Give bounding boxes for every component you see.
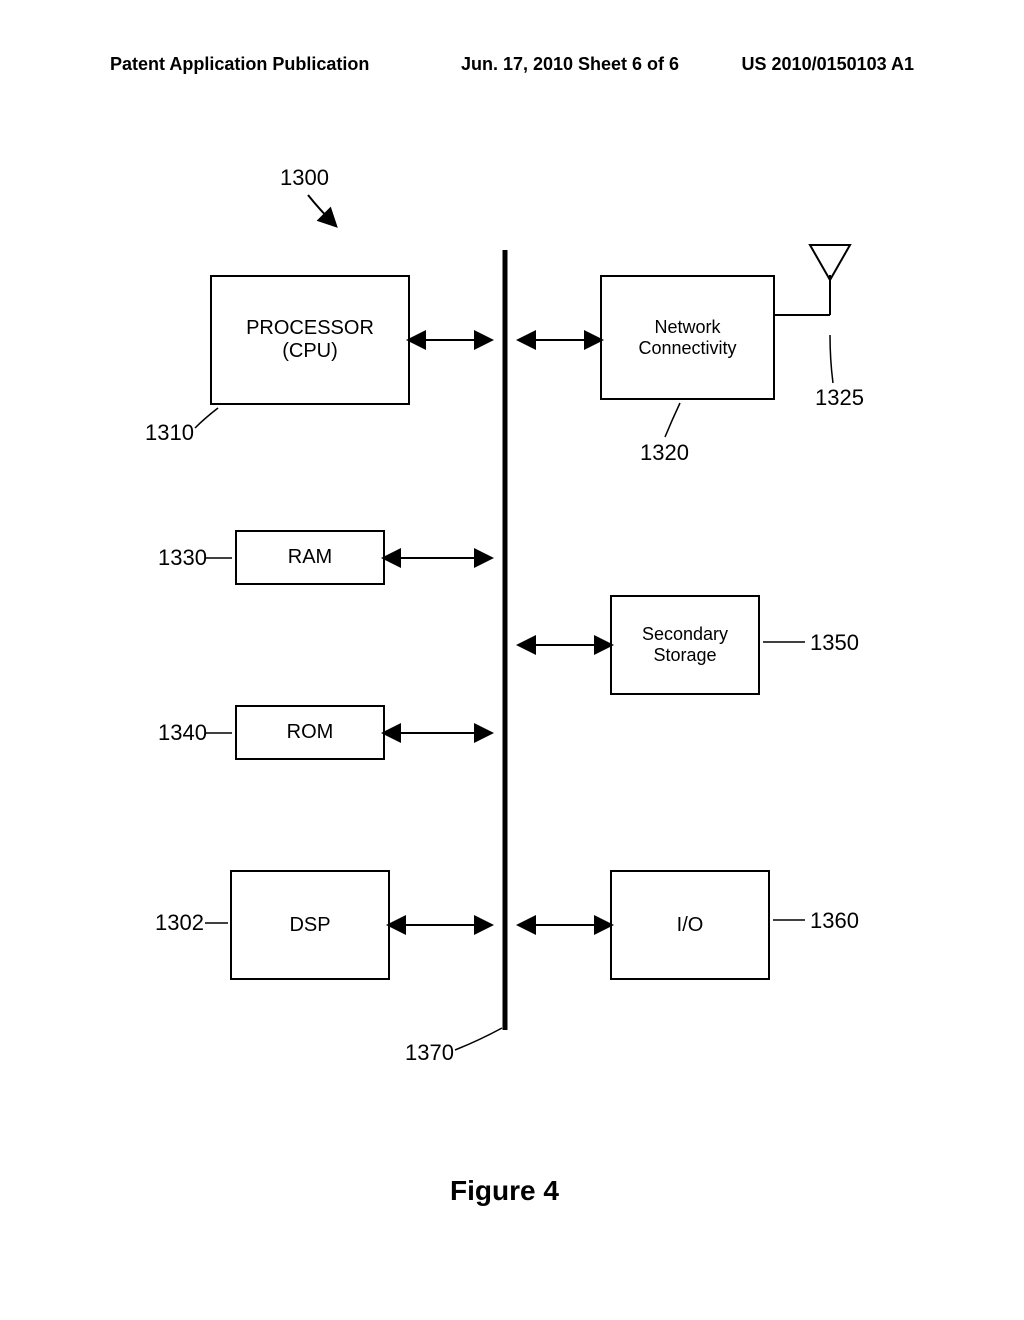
ref-dsp: 1302 — [155, 910, 204, 936]
block-dsp-label: DSP — [289, 914, 330, 937]
block-io: I/O — [610, 870, 770, 980]
leader-cpu — [195, 408, 218, 428]
ref-bus: 1370 — [405, 1040, 454, 1066]
leader-antenna — [830, 335, 833, 383]
block-rom: ROM — [235, 705, 385, 760]
block-network-label: Network Connectivity — [638, 317, 736, 359]
antenna-icon — [775, 245, 850, 315]
ref-antenna: 1325 — [815, 385, 864, 411]
block-ram: RAM — [235, 530, 385, 585]
leader-system — [308, 195, 335, 225]
figure-4: PROCESSOR (CPU) Network Connectivity RAM… — [0, 0, 1024, 1320]
block-network: Network Connectivity — [600, 275, 775, 400]
ref-storage: 1350 — [810, 630, 859, 656]
block-cpu: PROCESSOR (CPU) — [210, 275, 410, 405]
ref-system: 1300 — [280, 165, 329, 191]
block-dsp: DSP — [230, 870, 390, 980]
figure-caption: Figure 4 — [450, 1175, 559, 1207]
diagram-lines — [0, 0, 1024, 1320]
leader-net — [665, 403, 680, 437]
ref-io: 1360 — [810, 908, 859, 934]
block-ram-label: RAM — [288, 546, 332, 569]
ref-ram: 1330 — [158, 545, 207, 571]
leader-bus — [455, 1028, 502, 1050]
ref-cpu: 1310 — [145, 420, 194, 446]
ref-rom: 1340 — [158, 720, 207, 746]
ref-net: 1320 — [640, 440, 689, 466]
block-io-label: I/O — [677, 914, 704, 937]
block-storage: Secondary Storage — [610, 595, 760, 695]
block-storage-label: Secondary Storage — [642, 624, 728, 666]
block-cpu-label: PROCESSOR (CPU) — [246, 317, 374, 363]
block-rom-label: ROM — [287, 721, 334, 744]
